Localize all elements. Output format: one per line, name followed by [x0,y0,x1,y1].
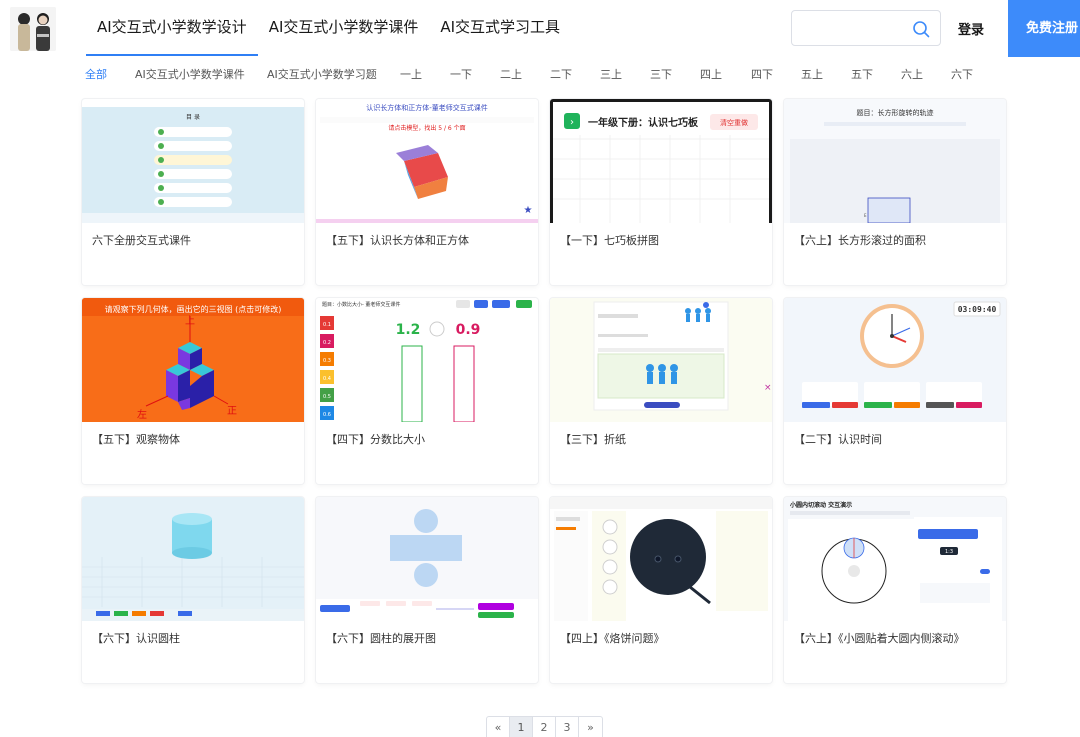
card-thumbnail: 小圆内切滚动 交互演示 1:3 [784,497,1006,621]
card-title: 【二下】认识时间 [794,433,882,446]
thumb-button: 清空重做 [720,118,748,127]
card-thumbnail [550,497,772,621]
category-tab[interactable]: 一上 [400,66,422,82]
nav-ai-design[interactable]: AI交互式小学数学设计 [86,0,258,56]
search-icon[interactable] [912,20,930,38]
category-tab[interactable]: AI交互式小学数学习题 [267,66,377,82]
thumb-value-right: 0.9 [456,322,481,338]
course-card[interactable]: 【六下】圆柱的展开图 [316,497,538,683]
category-tab[interactable]: 四下 [751,66,773,82]
thumb-heading: 小圆内切滚动 交互演示 [789,501,852,509]
login-button[interactable]: 登录 [958,19,984,38]
thumb-side-value: 0.5 [323,394,331,400]
pagination-page-3[interactable]: 3 [556,717,579,737]
course-card[interactable]: 目 录 六下全册交互式课件 [82,99,304,285]
nav-ai-courseware[interactable]: AI交互式小学数学课件 [258,0,430,56]
card-thumbnail: 目 录 [82,99,304,223]
course-card[interactable]: × 【三下】折纸 [550,298,772,484]
thumb-mark: 上 [185,315,195,327]
card-thumbnail: 题目：小数比大小- 董老师交互课件 0.1 0.2 0.3 0.4 0.5 0.… [316,298,538,422]
course-card[interactable]: 题目：长方形旋转的轨迹 E 【六上】长方形滚过的面积 [784,99,1006,285]
pagination: « 1 2 3 » [486,716,603,737]
card-thumbnail: 认识长方体和正方体-董老师交互式课件 请点击模型，找出 5 / 6 个面 ★ [316,99,538,223]
thumb-side-value: 0.6 [323,412,331,418]
category-tab[interactable]: 四上 [700,66,722,82]
nav-ai-tools[interactable]: AI交互式学习工具 [429,0,571,56]
course-card[interactable]: 题目：小数比大小- 董老师交互课件 0.1 0.2 0.3 0.4 0.5 0.… [316,298,538,484]
card-thumbnail: 03:09:40 [784,298,1006,422]
register-button[interactable]: 免费注册 [1008,0,1080,57]
svg-text:★: ★ [524,205,533,216]
course-card[interactable]: › 一年级下册：认识七巧板 清空重做 【一下】七巧板拼图 [550,99,772,285]
card-title: 【一下】七巧板拼图 [560,234,659,247]
course-card[interactable]: 【四上】《烙饼问题》 [550,497,772,683]
thumb-prompt: 请点击模型，找出 5 / 6 个面 [388,124,465,132]
main-nav: AI交互式小学数学设计 AI交互式小学数学课件 AI交互式学习工具 [86,0,571,56]
card-title: 【六下】认识圆柱 [92,632,180,645]
category-tab[interactable]: AI交互式小学数学课件 [135,66,245,82]
thumb-heading: 认识长方体和正方体-董老师交互式课件 [366,103,488,112]
thumb-side-value: 0.3 [323,358,331,364]
thumb-value-left: 1.2 [396,322,421,338]
site-logo-avatar[interactable] [10,7,56,51]
top-header: AI交互式小学数学设计 AI交互式小学数学课件 AI交互式学习工具 登录 免费注… [0,0,1080,57]
course-card[interactable]: 小圆内切滚动 交互演示 1:3 【六上】《小圆贴着大圆内侧滚动》 [784,497,1006,683]
svg-text:›: › [570,117,574,128]
thumb-heading: 一年级下册：认识七巧板 [588,116,699,129]
category-tab[interactable]: 五下 [851,66,873,82]
thumb-heading: 题目：小数比大小- 董老师交互课件 [322,301,400,308]
category-tab[interactable]: 全部 [85,66,107,82]
card-title: 【五下】观察物体 [92,433,180,446]
thumb-side-value: 0.1 [323,322,331,328]
pagination-next-button[interactable]: » [579,717,602,737]
thumb-side-value: 0.2 [323,340,331,346]
thumb-heading: 请观察下列几何体，画出它的三视图 (点击可修改) [105,304,282,314]
category-tab[interactable]: 一下 [450,66,472,82]
thumb-mark: 左 [137,408,147,421]
thumb-clock: 03:09:40 [958,305,997,314]
card-thumbnail: 请观察下列几何体，画出它的三视图 (点击可修改) 上 左 正 [82,298,304,422]
card-title: 【四下】分数比大小 [326,433,425,446]
thumb-heading: 题目：长方形旋转的轨迹 [857,108,934,117]
card-title: 【六下】圆柱的展开图 [326,632,436,645]
card-title: 【六上】长方形滚过的面积 [794,234,926,247]
search-input[interactable] [792,11,904,45]
card-thumbnail: › 一年级下册：认识七巧板 清空重做 [550,99,772,223]
thumb-ratio: 1:3 [945,549,953,555]
card-thumbnail: 题目：长方形旋转的轨迹 E [784,99,1006,223]
card-title: 【三下】折纸 [560,433,626,446]
category-tab[interactable]: 二上 [500,66,522,82]
category-tab[interactable]: 三上 [600,66,622,82]
category-tab[interactable]: 六下 [951,66,973,82]
course-card[interactable]: 03:09:40 【二下】认识时间 [784,298,1006,484]
pagination-page-2[interactable]: 2 [533,717,556,737]
category-tab[interactable]: 二下 [550,66,572,82]
category-tab[interactable]: 五上 [801,66,823,82]
thumb-mark: 正 [227,406,237,417]
category-tabs: 全部 AI交互式小学数学课件 AI交互式小学数学习题 一上 一下 二上 二下 三… [0,60,1080,86]
category-tab[interactable]: 三下 [650,66,672,82]
card-thumbnail: × [550,298,772,422]
course-card[interactable]: 请观察下列几何体，画出它的三视图 (点击可修改) 上 左 正 【五下】观察物体 [82,298,304,484]
card-title: 【六上】《小圆贴着大圆内侧滚动》 [794,632,965,645]
course-card[interactable]: 认识长方体和正方体-董老师交互式课件 请点击模型，找出 5 / 6 个面 ★ 【… [316,99,538,285]
course-card[interactable]: 【六下】认识圆柱 [82,497,304,683]
card-title: 【五下】认识长方体和正方体 [326,234,469,247]
pagination-page-1[interactable]: 1 [510,717,533,737]
thumb-heading: 目 录 [186,113,200,121]
card-thumbnail [82,497,304,621]
category-tab[interactable]: 六上 [901,66,923,82]
card-title: 六下全册交互式课件 [92,234,191,247]
card-thumbnail [316,497,538,621]
card-title: 【四上】《烙饼问题》 [560,632,665,645]
pagination-prev-button[interactable]: « [487,717,510,737]
thumb-side-value: 0.4 [323,376,331,382]
search-box [791,10,941,46]
svg-text:×: × [764,383,772,393]
